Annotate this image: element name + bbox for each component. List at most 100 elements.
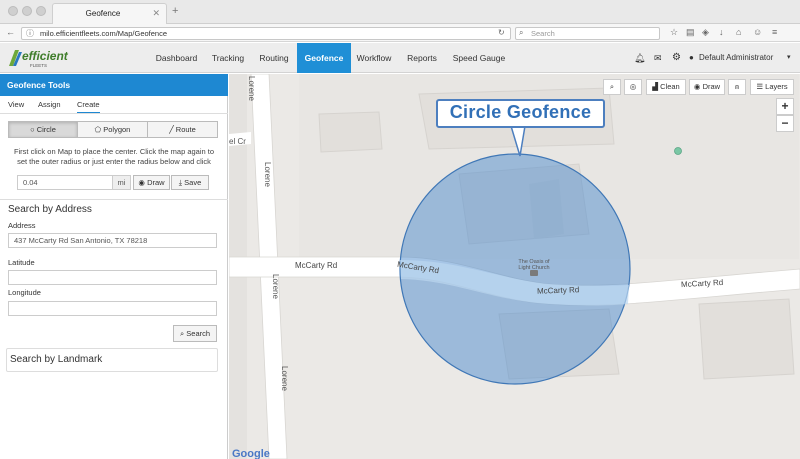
browser-tab-bar: Geofence ✕ + — [0, 0, 800, 24]
nav-geofence[interactable]: Geofence — [297, 43, 351, 73]
nav-routing[interactable]: Routing — [254, 43, 294, 73]
shape-route-button[interactable]: ╱ Route — [147, 121, 218, 138]
zoom-in-button[interactable]: + — [776, 98, 794, 115]
efficient-fleets-logo[interactable]: efficient FLEETS — [6, 46, 70, 70]
chart-icon: ▟ — [652, 82, 659, 91]
google-attribution: Google — [232, 448, 270, 459]
layers-icon: ☰ — [756, 82, 764, 91]
minimize-window-icon[interactable] — [22, 6, 32, 16]
url-text: milo.efficientfleets.com/Map/Geofence — [40, 29, 168, 38]
map-layers-label: Layers — [765, 82, 788, 91]
address-field[interactable]: 437 McCarty Rd San Antonio, TX 78218 — [8, 233, 217, 248]
circle-icon: ○ — [30, 125, 35, 134]
nav-tracking[interactable]: Tracking — [208, 43, 248, 73]
draw-label: Draw — [147, 178, 165, 187]
search-label: Search — [186, 329, 211, 338]
save-label: Save — [184, 178, 202, 187]
close-window-icon[interactable] — [8, 6, 18, 16]
tab-divider — [0, 113, 228, 114]
road-label-lorene-2: Lorene — [263, 162, 272, 187]
maximize-window-icon[interactable] — [36, 6, 46, 16]
browser-search-placeholder: Search — [531, 29, 555, 38]
poi-label: The Oasis of Light Church — [518, 259, 550, 271]
road-label-el-cr: el Cr — [229, 137, 246, 146]
nav-speed-gauge[interactable]: Speed Gauge — [448, 43, 510, 73]
instructions-text: First click on Map to place the center. … — [13, 147, 215, 166]
radius-input[interactable]: 0.04 — [17, 175, 113, 190]
browser-nav-bar: ← ⓘ milo.efficientfleets.com/Map/Geofenc… — [0, 24, 800, 42]
tab-assign[interactable]: Assign — [38, 100, 61, 109]
bell-icon[interactable]: 🔔︎ — [634, 53, 645, 64]
geofence-callout: Circle Geofence — [436, 99, 605, 128]
home-icon[interactable]: ⌂ — [736, 27, 741, 37]
building — [318, 111, 383, 153]
browser-tab[interactable]: Geofence ✕ — [52, 3, 167, 24]
user-icon: ⍝ — [734, 82, 740, 91]
panel-title: Geofence Tools — [0, 74, 228, 96]
reading-list-icon[interactable]: ▤ — [686, 27, 695, 38]
geofence-tools-panel: Geofence Tools View Assign Create ○ Circ… — [0, 74, 228, 459]
tab-close-icon[interactable]: ✕ — [152, 8, 160, 19]
church-icon — [530, 270, 538, 276]
longitude-field[interactable] — [8, 301, 217, 316]
tab-create[interactable]: Create — [77, 100, 100, 114]
account-icon[interactable]: ☺ — [753, 27, 762, 37]
info-icon[interactable]: ⓘ — [26, 28, 34, 39]
route-icon: ╱ — [169, 125, 174, 134]
new-tab-icon[interactable]: + — [172, 5, 178, 17]
eye-icon: ◉ — [693, 82, 701, 91]
back-icon[interactable]: ← — [6, 27, 15, 37]
road-label-lorene: Lorene — [247, 76, 256, 101]
road-label-mccarty-1: McCarty Rd — [295, 261, 338, 270]
reload-icon[interactable]: ↻ — [498, 28, 505, 37]
search-button[interactable]: ⌕ Search — [173, 325, 217, 342]
section-divider — [0, 199, 228, 200]
zoom-out-button[interactable]: − — [776, 115, 794, 132]
download-icon[interactable]: ↓ — [719, 27, 724, 37]
map-user-button[interactable]: ⍝ — [728, 79, 746, 95]
address-label: Address — [8, 221, 36, 230]
map-layers-button[interactable]: ☰ Layers — [750, 79, 794, 95]
latitude-label: Latitude — [8, 258, 35, 267]
building — [698, 298, 795, 380]
eye-icon: ◉ — [138, 178, 145, 187]
location-marker[interactable] — [674, 147, 682, 155]
map-locate-button[interactable]: ◎ — [624, 79, 642, 95]
search-by-address-title: Search by Address — [8, 204, 92, 215]
search-icon: ⌕ — [609, 82, 615, 91]
search-by-landmark-header[interactable]: Search by Landmark — [6, 348, 218, 372]
map-clean-button[interactable]: ▟ Clean — [646, 79, 686, 95]
shape-route-label: Route — [175, 125, 196, 134]
map-clean-label: Clean — [660, 82, 680, 91]
url-bar[interactable]: ⓘ milo.efficientfleets.com/Map/Geofence … — [21, 27, 511, 40]
longitude-label: Longitude — [8, 288, 41, 297]
nav-reports[interactable]: Reports — [402, 43, 442, 73]
tab-title: Geofence — [85, 9, 121, 18]
radius-unit: mi — [113, 175, 131, 190]
envelope-icon[interactable]: ✉ — [654, 53, 662, 64]
menu-icon[interactable]: ≡ — [772, 27, 777, 37]
draw-button[interactable]: ◉ Draw — [133, 175, 170, 190]
map-canvas[interactable]: The Oasis of Light Church Lorene el Cr Lo… — [229, 74, 800, 459]
user-menu[interactable]: Default Administrator — [699, 53, 773, 62]
road-label-mccarty-3: McCarty Rd — [536, 285, 580, 296]
gear-icon[interactable]: ⚙ — [672, 52, 681, 63]
bookmark-star-icon[interactable]: ☆ — [670, 27, 678, 38]
browser-search-input[interactable]: ⌕ Search — [515, 27, 660, 40]
tab-view[interactable]: View — [8, 100, 24, 109]
caret-down-icon[interactable]: ▾ — [787, 53, 791, 61]
nav-dashboard[interactable]: Dashboard — [150, 43, 203, 73]
shape-circle-button[interactable]: ○ Circle — [8, 121, 78, 138]
shape-polygon-label: Polygon — [103, 125, 131, 134]
pocket-icon[interactable]: ◈ — [702, 27, 709, 38]
road-label-lorene-3: Lorene — [271, 274, 280, 299]
map-search-button[interactable]: ⌕ — [603, 79, 621, 95]
save-button[interactable]: ⤓ Save — [171, 175, 209, 190]
download-icon: ⤓ — [178, 178, 183, 187]
latitude-field[interactable] — [8, 270, 217, 285]
callout-text: Circle Geofence — [449, 102, 592, 122]
map-draw-button[interactable]: ◉ Draw — [689, 79, 725, 95]
shape-polygon-button[interactable]: ⬠ Polygon — [77, 121, 148, 138]
polygon-icon: ⬠ — [94, 125, 102, 134]
nav-workflow[interactable]: Workflow — [353, 43, 395, 73]
